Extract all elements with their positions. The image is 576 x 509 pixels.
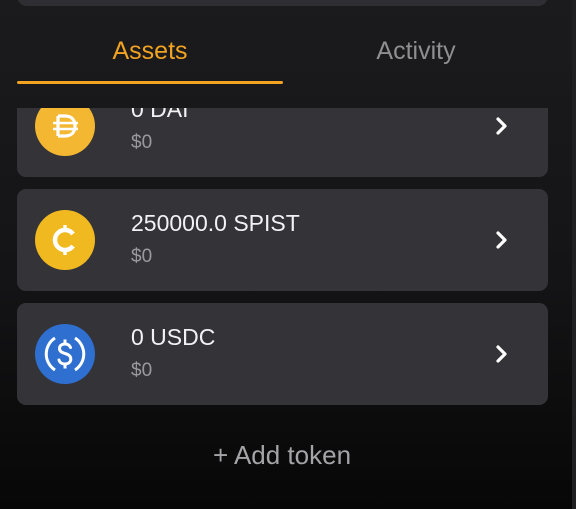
tab-bar: Assets Activity bbox=[17, 20, 548, 84]
chevron-right-icon bbox=[496, 345, 507, 363]
asset-list[interactable]: 0 DAI $0 250000.0 SPIST $0 0 USDC $0 bbox=[17, 108, 548, 418]
cent-coin-icon bbox=[35, 210, 95, 270]
asset-amount: 250000.0 SPIST bbox=[131, 210, 300, 236]
chevron-right-icon bbox=[496, 231, 507, 249]
chevron-right-icon bbox=[496, 117, 507, 135]
tab-activity[interactable]: Activity bbox=[283, 20, 549, 82]
asset-fiat-value: $0 bbox=[131, 360, 153, 381]
dai-icon bbox=[35, 108, 95, 156]
active-tab-indicator bbox=[17, 81, 283, 84]
asset-row-usdc[interactable]: 0 USDC $0 bbox=[17, 303, 548, 405]
wallet-summary-card-edge bbox=[17, 0, 548, 6]
usdc-icon bbox=[35, 324, 95, 384]
asset-amount: 0 USDC bbox=[131, 324, 216, 350]
scrollbar-track[interactable] bbox=[572, 0, 576, 509]
asset-amount: 0 DAI bbox=[131, 108, 189, 122]
tab-assets[interactable]: Assets bbox=[17, 20, 283, 82]
add-token-button[interactable]: + Add token bbox=[0, 440, 564, 471]
asset-fiat-value: $0 bbox=[131, 246, 153, 267]
asset-row-spist[interactable]: 250000.0 SPIST $0 bbox=[17, 189, 548, 291]
asset-row-dai[interactable]: 0 DAI $0 bbox=[17, 108, 548, 177]
asset-fiat-value: $0 bbox=[131, 132, 153, 153]
